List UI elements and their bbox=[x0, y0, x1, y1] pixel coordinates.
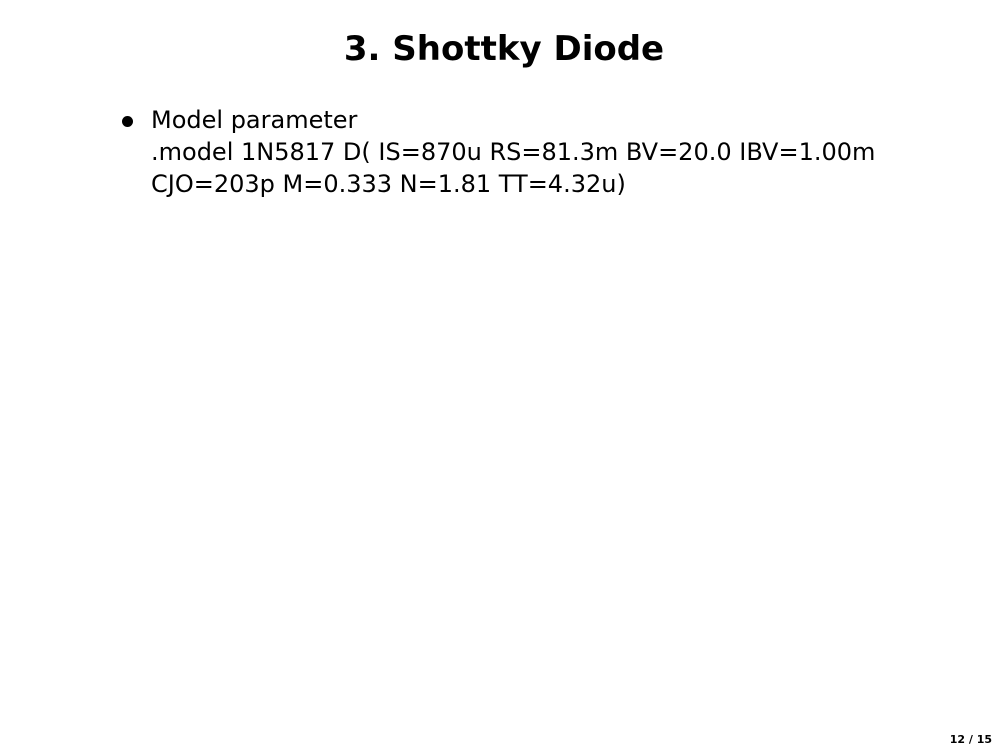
bullet-heading: Model parameter bbox=[151, 106, 358, 134]
model-statement-line-1: .model 1N5817 D( IS=870u RS=81.3m BV=20.… bbox=[151, 138, 876, 166]
bullet-icon bbox=[122, 116, 133, 127]
bullet-list: Model parameter .model 1N5817 D( IS=870u… bbox=[118, 104, 978, 200]
bullet-item-model-parameter: Model parameter .model 1N5817 D( IS=870u… bbox=[118, 104, 978, 200]
model-statement-line-2: CJO=203p M=0.333 N=1.81 TT=4.32u) bbox=[151, 170, 626, 198]
slide-content: Model parameter .model 1N5817 D( IS=870u… bbox=[118, 104, 978, 200]
slide-title: 3. Shottky Diode bbox=[343, 29, 665, 69]
page-number: 12 / 15 bbox=[949, 733, 992, 746]
